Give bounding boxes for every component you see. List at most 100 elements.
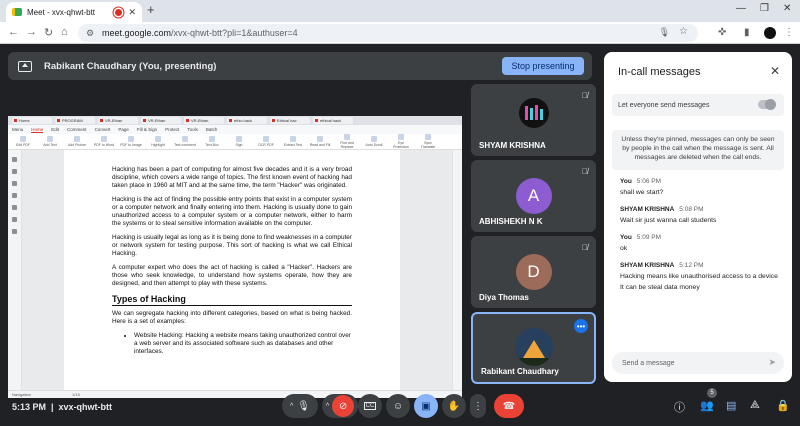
shared-document-page: Hacking has been a part of computing for… [64, 150, 400, 390]
reload-icon[interactable]: ↻ [44, 26, 53, 39]
forward-icon[interactable]: → [26, 26, 37, 38]
shared-menu-item: Tools [187, 127, 198, 132]
bookmark-star-icon[interactable]: ☆ [679, 26, 688, 37]
ribbon-tool: Sync Translate [417, 134, 439, 149]
send-icon[interactable]: ➤ [768, 357, 776, 368]
ribbon-tool: Text comment [174, 136, 196, 147]
shared-app-tab: ethical hack [313, 117, 353, 124]
people-icon[interactable]: 👥 [700, 399, 714, 412]
message-sender: SHYAM KRISHNA [620, 262, 675, 269]
captions-button[interactable]: CC [358, 394, 382, 418]
participant-tile-self[interactable]: ••• Rabikant Chaudhary [471, 312, 596, 384]
shared-right-toolbar [452, 150, 462, 390]
shared-app-tab: Home [12, 117, 52, 124]
camera-options-chevron-icon[interactable]: ^ [326, 403, 329, 410]
ribbon-tool: Eye Protection [390, 134, 412, 149]
ribbon-tool: Find and Replace [336, 134, 358, 149]
back-icon[interactable]: ← [8, 26, 19, 38]
ribbon-tool: PDF to Word [93, 136, 115, 147]
reactions-button[interactable]: ☺ [386, 394, 410, 418]
present-screen-icon: ▣ [421, 400, 431, 412]
microphone-in-use-icon[interactable]: 🎙 [659, 27, 670, 38]
participant-avatar-image [518, 98, 549, 128]
toggle-label: Let everyone send messages [618, 101, 710, 109]
people-count-badge: 5 [707, 388, 717, 398]
extensions-icon[interactable]: ✜ [718, 27, 726, 38]
doc-paragraph: Hacking has been a part of computing for… [112, 166, 352, 189]
shared-menu-item: Page [118, 127, 129, 132]
chat-notice: Unless they're pinned, messages can only… [612, 130, 784, 170]
raise-hand-button[interactable]: ✋ [442, 394, 466, 418]
meeting-controls-bar: 5:13 PM | xvx-qhwt-btt ^ 🎙 ^ ⊘ CC ☺ ▣ ✋ ⋮ … [0, 388, 800, 426]
shared-app-tab: PROGRAM [55, 117, 95, 124]
shared-app-tab: VR-Ethan [141, 117, 181, 124]
tab-close-icon[interactable]: ✕ [128, 7, 136, 18]
meeting-details-icon[interactable]: ⓘ [674, 399, 685, 415]
meet-favicon-icon [12, 8, 22, 16]
participant-tile-abhishekh[interactable]: A 🎙̸ ABHISHEKH N K [471, 160, 596, 232]
message-sender: SHYAM KRISHNA [620, 206, 675, 213]
shared-menu-item: Edit [51, 127, 60, 132]
ribbon-tool: PDF to Image [120, 136, 142, 147]
meeting-time: 5:13 PM [12, 402, 47, 412]
microphone-button[interactable]: ^ 🎙 [282, 394, 318, 418]
meet-stage: Rabikant Chaudhary (You, presenting) Sto… [0, 44, 800, 426]
profile-avatar[interactable] [764, 27, 776, 39]
ribbon-tool: Extract Text [282, 136, 304, 147]
send-message-placeholder: Send a message [622, 359, 675, 367]
panel-title: In-call messages [618, 66, 701, 78]
host-controls-icon[interactable]: 🔒 [776, 399, 790, 412]
message-sender: You [620, 178, 632, 185]
participant-tile-shyam[interactable]: 🎙̸ SHYAM KRISHNA [471, 84, 596, 156]
doc-bullet: Website Hacking: Hacking a website means… [134, 332, 352, 356]
more-options-button[interactable]: ⋮ [470, 394, 486, 418]
camera-button[interactable]: ^ ⊘ [322, 394, 358, 418]
activities-icon[interactable]: ⟁ [750, 399, 760, 412]
browser-menu-icon[interactable]: ⋮ [784, 27, 794, 38]
shared-app-tab: VR-Ethan [98, 117, 138, 124]
url-field[interactable]: ⚙ meet.google.com/xvx-qhwt-btt?pli=1&aut… [78, 24, 698, 42]
close-panel-icon[interactable]: ✕ [770, 64, 780, 78]
ribbon-tool: Highlight [147, 136, 169, 147]
tile-more-options-icon[interactable]: ••• [574, 319, 588, 333]
chat-icon[interactable]: ▤ [726, 399, 736, 412]
participant-tile-diya[interactable]: D 🎙̸ Diya Thomas [471, 236, 596, 308]
participant-name: Rabikant Chaudhary [481, 367, 559, 376]
minimize-icon[interactable]: — [736, 3, 746, 14]
new-tab-icon[interactable]: + [147, 2, 155, 17]
shared-menu-item: Convert [94, 127, 111, 132]
side-panel-icon[interactable]: ▮ [744, 27, 750, 38]
send-messages-toggle[interactable] [758, 99, 776, 110]
message-item: SHYAM KRISHNA 5:08 PM Wait sir just wanna… [620, 206, 788, 224]
doc-paragraph: A computer expert who does the act of ha… [112, 264, 352, 287]
message-text: Hacking means like unauthorised access t… [620, 273, 778, 280]
address-bar: ← → ↻ ⌂ ⚙ meet.google.com/xvx-qhwt-btt?p… [0, 22, 800, 44]
tab-title: Meet - xvx-qhwt-btt [27, 7, 96, 17]
browser-tab-meet[interactable]: Meet - xvx-qhwt-btt ✕ [6, 2, 142, 22]
ribbon-tool: Edit PDF [12, 136, 34, 147]
mic-options-chevron-icon[interactable]: ^ [290, 403, 293, 410]
stop-presenting-button[interactable]: Stop presenting [502, 57, 584, 75]
home-icon[interactable]: ⌂ [61, 26, 68, 38]
site-info-icon[interactable]: ⚙ [86, 28, 96, 39]
more-vert-icon: ⋮ [473, 400, 483, 412]
present-button[interactable]: ▣ [414, 394, 438, 418]
message-time: 5:09 PM [636, 234, 662, 241]
hangup-icon: ☎ [502, 400, 516, 412]
shared-app-tab: ethic.hack [227, 117, 267, 124]
participant-avatar: A [515, 178, 552, 214]
participant-name: SHYAM KRISHNA [479, 141, 546, 150]
camera-off-icon: ⊘ [332, 395, 355, 417]
emoji-icon: ☺ [392, 400, 404, 412]
message-time: 5:08 PM [679, 206, 704, 213]
shared-menu-item: Protect [165, 127, 180, 132]
close-window-icon[interactable]: ✕ [783, 3, 791, 14]
ribbon-tool: Text Box [201, 136, 223, 147]
participant-name: ABHISHEKH N K [479, 217, 543, 226]
leave-call-button[interactable]: ☎ [494, 394, 524, 418]
shared-document-area: Hacking has been a part of computing for… [22, 150, 452, 390]
presenting-text: Rabikant Chaudhary (You, presenting) [44, 60, 217, 72]
doc-paragraph: We can segregate hacking into different … [112, 310, 352, 325]
send-message-input[interactable]: Send a message ➤ [612, 352, 784, 374]
maximize-icon[interactable]: ❐ [760, 3, 769, 14]
